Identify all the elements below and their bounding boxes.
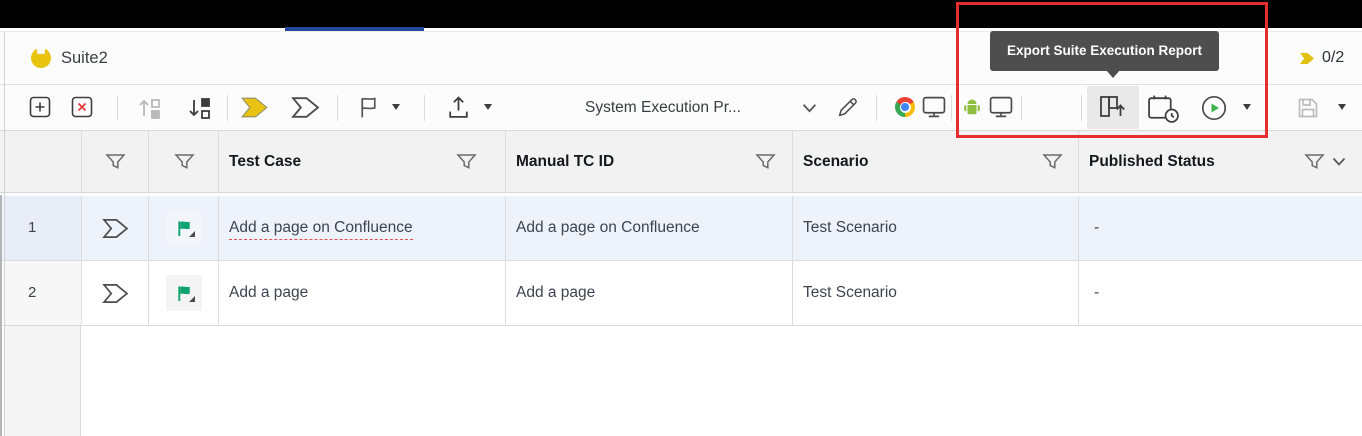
filter-icon[interactable]	[755, 152, 776, 171]
profile-edit-button[interactable]	[835, 95, 860, 120]
rownum-cell: 2	[5, 261, 81, 325]
chrome-desktop-icon[interactable]	[922, 96, 946, 118]
header-cell-manual-tc-id: Manual TC ID	[505, 131, 792, 192]
header-cell-flag	[148, 131, 218, 192]
row-flag-button[interactable]	[166, 210, 202, 246]
header-cell-published-status: Published Status	[1078, 131, 1362, 192]
toolbar-divider	[337, 95, 338, 121]
export-report-button[interactable]	[1098, 93, 1128, 123]
header-cell-test-case: Test Case	[218, 131, 505, 192]
row-flag-button[interactable]	[166, 275, 202, 311]
scenario-cell: Test Scenario	[792, 196, 1078, 260]
filter-icon[interactable]	[105, 152, 126, 171]
header-cell-scenario: Scenario	[792, 131, 1078, 192]
scenario-value: Test Scenario	[803, 284, 897, 301]
export-upload-button[interactable]	[446, 94, 471, 121]
flag-dropdown-corner-icon	[189, 296, 195, 302]
row-number: 2	[28, 284, 37, 301]
filter-icon[interactable]	[174, 152, 195, 171]
published-status-cell: -	[1078, 261, 1362, 325]
left-window-border	[4, 31, 5, 436]
column-title-manual-tc-id: Manual TC ID	[516, 153, 615, 170]
android-desktop-icon[interactable]	[989, 96, 1013, 118]
manual-tc-id-cell: Add a page	[505, 261, 792, 325]
test-case-link[interactable]: Add a page on Confluence	[229, 219, 413, 240]
top-black-bar	[0, 0, 1362, 28]
header-cell-run	[81, 131, 148, 192]
toolbar-divider	[117, 95, 118, 121]
app-root: Suite2 0/2 System Execution Pr... Test C…	[0, 0, 1362, 436]
flag-button[interactable]	[358, 95, 379, 120]
row-run-icon[interactable]	[102, 283, 129, 304]
rownum-cell: 1	[5, 196, 81, 260]
table-row[interactable]: 1 Add a page on Confluence Add a page on…	[0, 196, 1362, 261]
run-now-button[interactable]	[1201, 95, 1227, 121]
toolbar-divider	[227, 95, 228, 121]
run-outline-button[interactable]	[291, 96, 320, 119]
profile-chevron-down-icon[interactable]	[802, 103, 817, 113]
delete-row-button[interactable]	[71, 96, 93, 118]
schedule-button[interactable]	[1147, 94, 1180, 123]
export-upload-dropdown-caret[interactable]	[484, 104, 492, 110]
save-button[interactable]	[1295, 95, 1321, 121]
flag-dropdown-corner-icon	[189, 231, 195, 237]
add-row-button[interactable]	[29, 96, 51, 118]
toolbar-divider	[876, 95, 877, 121]
filter-icon[interactable]	[1304, 152, 1325, 171]
run-cell	[81, 261, 148, 325]
filter-icon[interactable]	[1042, 152, 1063, 171]
run-cell	[81, 196, 148, 260]
flag-cell	[148, 261, 218, 325]
manual-tc-id-value: Add a page on Confluence	[516, 219, 700, 236]
execution-profile-selector[interactable]: System Execution Pr...	[585, 85, 741, 130]
toolbar-divider	[1081, 95, 1082, 121]
run-selected-button[interactable]	[240, 96, 269, 119]
rownum-column-gutter	[5, 326, 81, 436]
flag-dropdown-caret[interactable]	[392, 104, 400, 110]
chrome-icon[interactable]	[895, 97, 915, 117]
progress-icon	[1299, 52, 1315, 65]
move-down-button[interactable]	[186, 95, 212, 121]
toolbar-divider	[1021, 95, 1022, 121]
row-number: 1	[28, 219, 37, 236]
run-now-dropdown-caret[interactable]	[1243, 104, 1251, 110]
manual-tc-id-value: Add a page	[516, 284, 596, 301]
scenario-value: Test Scenario	[803, 219, 897, 236]
move-up-button[interactable]	[136, 95, 162, 121]
row-run-icon[interactable]	[102, 218, 129, 239]
suite-title: Suite2	[61, 49, 108, 67]
save-dropdown-caret[interactable]	[1338, 104, 1346, 110]
toolbar: System Execution Pr...	[0, 85, 1362, 131]
published-status-value: -	[1094, 284, 1100, 301]
test-case-cell[interactable]: Add a page	[218, 261, 505, 325]
tooltip-caret	[1106, 70, 1120, 78]
android-icon[interactable]	[962, 98, 982, 116]
published-status-value: -	[1094, 219, 1100, 236]
toolbar-divider	[424, 95, 425, 121]
execution-count: 0/2	[1322, 49, 1345, 66]
scenario-cell: Test Scenario	[792, 261, 1078, 325]
toolbar-divider	[951, 95, 952, 121]
tooltip: Export Suite Execution Report	[990, 31, 1220, 71]
column-title-scenario: Scenario	[803, 153, 869, 170]
left-window-edge	[0, 195, 2, 436]
header-cell-rownum	[5, 131, 81, 192]
manual-tc-id-cell: Add a page on Confluence	[505, 196, 792, 260]
test-case-link[interactable]: Add a page	[219, 261, 505, 324]
flag-cell	[148, 196, 218, 260]
column-options-chevron-icon[interactable]	[1332, 157, 1346, 166]
test-case-cell[interactable]: Add a page on Confluence	[218, 196, 505, 260]
filter-icon[interactable]	[456, 152, 477, 171]
table-row[interactable]: 2 Add a page Add a page Test Scenario -	[0, 261, 1362, 326]
published-status-cell: -	[1078, 196, 1362, 260]
suite-icon	[31, 48, 51, 68]
table-header-row: Test Case Manual TC ID Scenario Publishe…	[0, 131, 1362, 193]
